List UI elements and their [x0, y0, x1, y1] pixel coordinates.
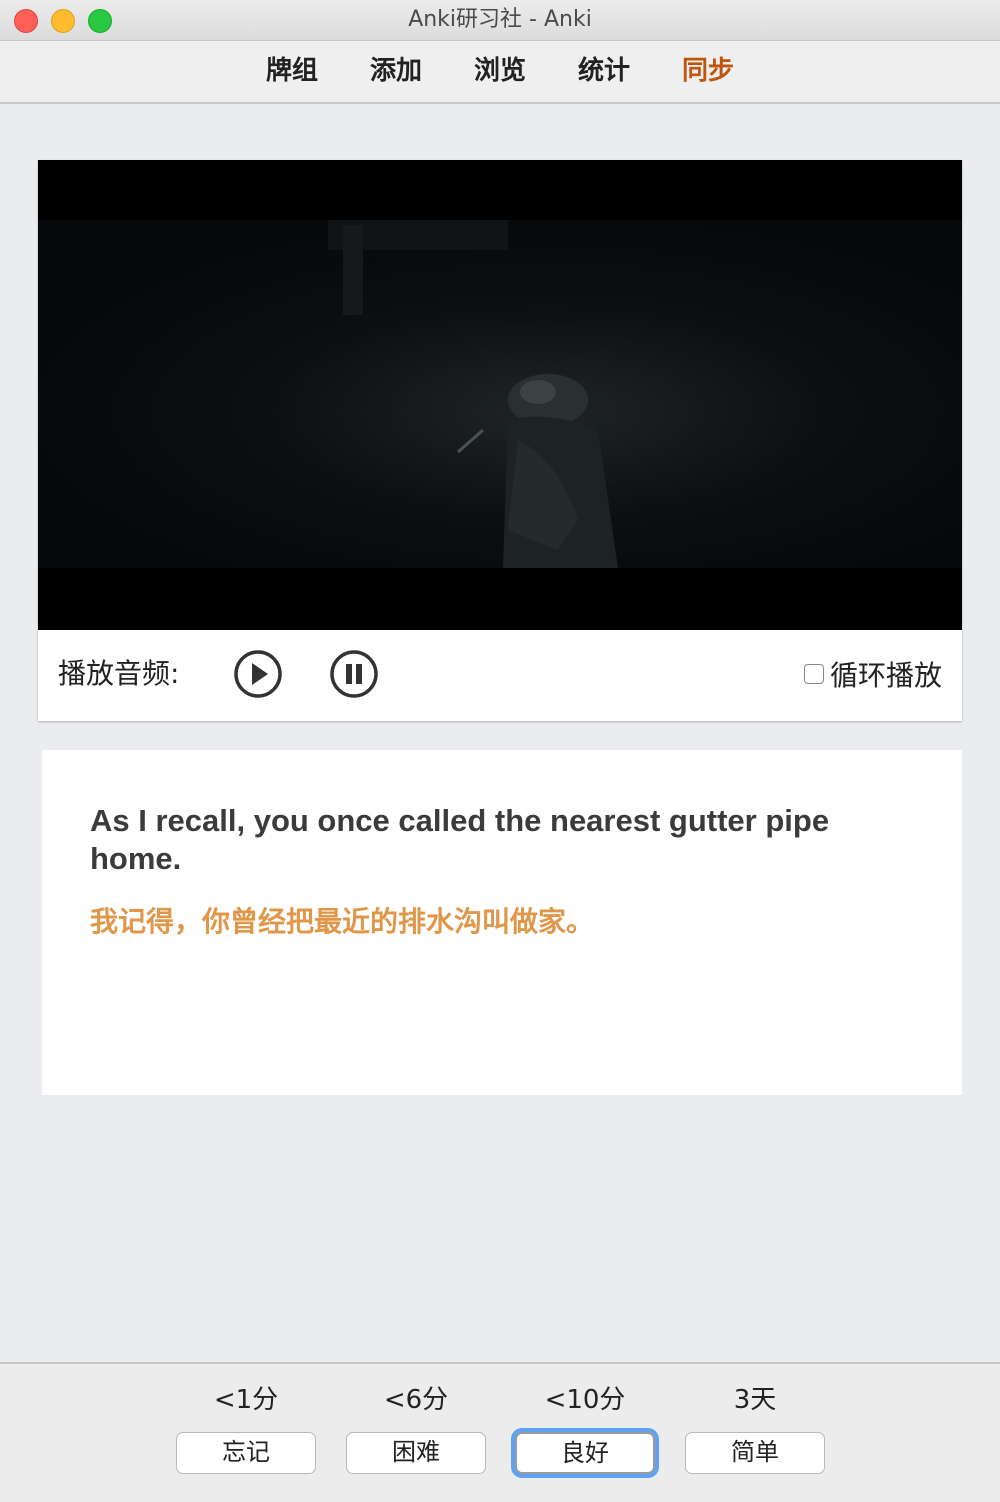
loop-checkbox[interactable] — [803, 664, 824, 684]
media-card: 播放音频: 循环播放 — [38, 160, 962, 721]
pause-button[interactable] — [328, 648, 380, 700]
answer-interval: <10分 — [544, 1385, 626, 1415]
hard-button[interactable]: 困难 — [346, 1432, 486, 1474]
flashcard-answer: As I recall, you once called the nearest… — [42, 750, 962, 1095]
answer-interval: 3天 — [733, 1385, 777, 1415]
window-title: Anki研习社 - Anki — [408, 7, 592, 32]
play-circle-icon — [234, 650, 282, 698]
video-frame — [38, 220, 962, 568]
answer-easy: 3天 简单 — [685, 1382, 825, 1474]
english-sentence: As I recall, you once called the nearest… — [90, 803, 830, 876]
toolbar-browse[interactable]: 浏览 — [474, 41, 526, 102]
toolbar-decks[interactable]: 牌组 — [266, 41, 318, 102]
good-button[interactable]: 良好 — [515, 1432, 655, 1474]
easy-button[interactable]: 简单 — [685, 1432, 825, 1474]
chinese-translation: 我记得，你曾经把最近的排水沟叫做家。 — [90, 905, 595, 938]
play-button[interactable] — [232, 648, 284, 700]
answer-again: <1分 忘记 — [176, 1382, 316, 1474]
answer-bar: <1分 忘记 <6分 困难 <10分 良好 3天 简单 — [0, 1362, 1000, 1502]
answer-hard: <6分 困难 — [346, 1382, 486, 1474]
answer-interval: <1分 — [213, 1385, 279, 1415]
loop-label: 循环播放 — [829, 659, 942, 692]
audio-label: 播放音频: — [58, 657, 180, 690]
main-toolbar: 牌组 添加 浏览 统计 同步 — [0, 41, 1000, 104]
again-button[interactable]: 忘记 — [176, 1432, 316, 1474]
video-player[interactable] — [38, 160, 962, 630]
toolbar-add[interactable]: 添加 — [370, 41, 422, 102]
window-titlebar: Anki研习社 - Anki — [0, 0, 1000, 41]
loop-toggle[interactable]: 循环播放 — [803, 654, 942, 694]
toolbar-stats[interactable]: 统计 — [578, 41, 630, 102]
answer-interval: <6分 — [383, 1385, 449, 1415]
toolbar-sync[interactable]: 同步 — [682, 41, 734, 102]
pause-circle-icon — [330, 650, 378, 698]
audio-controls: 播放音频: 循环播放 — [38, 630, 962, 721]
answer-good: <10分 良好 — [515, 1382, 655, 1474]
